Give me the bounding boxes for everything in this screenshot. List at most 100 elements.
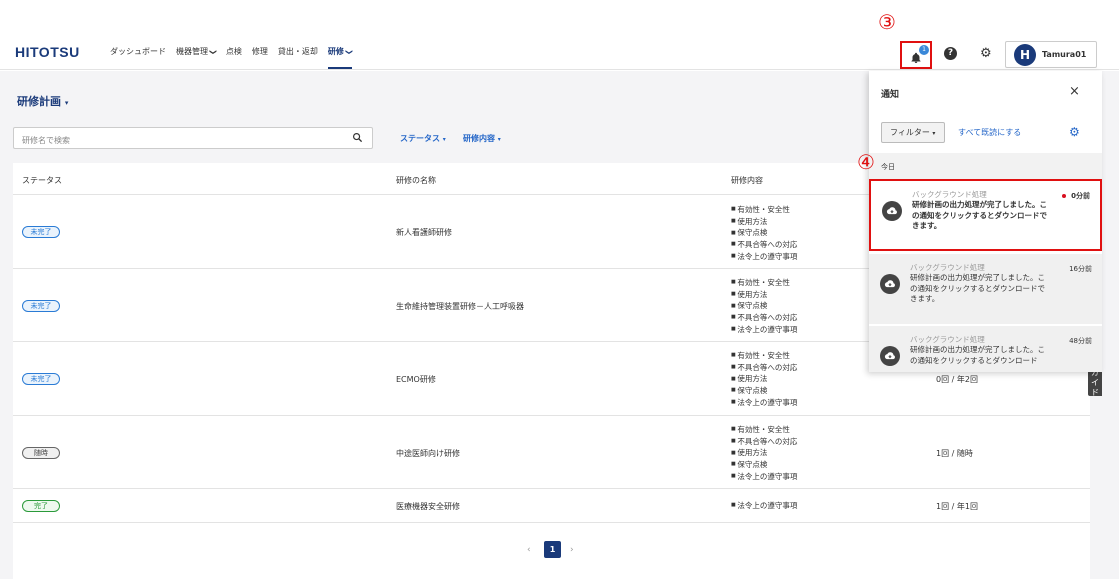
notification-button[interactable]: 1 <box>900 41 932 69</box>
caret-down-icon: ▾ <box>442 136 446 143</box>
training-name: 生命維持管理装置研修－人工呼吸器 <box>396 302 524 311</box>
user-name: Tamura01 <box>1042 50 1087 59</box>
notification-source: バックグラウンド処理 <box>910 335 985 344</box>
notification-panel-title: 通知 <box>881 90 900 100</box>
caret-down-icon: ▾ <box>64 99 69 107</box>
next-page-button[interactable]: › <box>570 545 574 555</box>
mark-all-read-link[interactable]: すべて既読にする <box>958 127 1021 138</box>
nav-dashboard-label: ダッシュボード <box>110 47 166 56</box>
close-icon[interactable]: × <box>1069 84 1080 99</box>
content-item: 不具合等への対応 <box>731 239 797 251</box>
notification-item[interactable]: バックグラウンド処理 研修計画の出力処理が完了しました。この通知をクリックすると… <box>869 254 1102 324</box>
avatar: H <box>1014 43 1036 66</box>
training-name: 医療機器安全研修 <box>396 502 460 511</box>
cloud-download-icon <box>882 201 902 221</box>
nav-inspection[interactable]: 点検 <box>226 46 242 69</box>
training-content-list: 有効性・安全性 使用方法 保守点検 不具合等への対応 法令上の遵守事項 <box>731 277 797 336</box>
header-content[interactable]: 研修内容 <box>731 175 763 186</box>
content-item: 使用方法 <box>731 373 797 385</box>
nav-lending-label: 貸出・返却 <box>277 47 318 56</box>
page-number-current[interactable]: 1 <box>544 541 561 558</box>
content-filter-dropdown[interactable]: 研修内容 ▾ <box>463 133 501 144</box>
table-row[interactable]: 随時 中途医師向け研修 有効性・安全性 不具合等への対応 使用方法 保守点検 法… <box>13 416 1090 489</box>
notification-item[interactable]: バックグラウンド処理 研修計画の出力処理が完了しました。この通知をクリックすると… <box>869 179 1102 251</box>
header-status[interactable]: ステータス <box>22 175 62 186</box>
app-logo[interactable]: HITOTSU <box>15 44 80 60</box>
nav-training[interactable]: 研修❯ <box>327 46 353 69</box>
status-badge: 未完了 <box>22 373 60 385</box>
notification-source: バックグラウンド処理 <box>912 190 987 199</box>
date-group-header: 今日 <box>869 153 1102 179</box>
training-name: ECMO研修 <box>396 375 436 384</box>
notification-message: 研修計画の出力処理が完了しました。この通知をクリックするとダウンロード <box>910 345 1045 365</box>
caret-down-icon: ▾ <box>932 130 936 137</box>
callout-number-4: ④ <box>857 150 875 174</box>
content-item: 不具合等への対応 <box>731 362 797 374</box>
app-root: HITOTSU ダッシュボード 機器管理❯ 点検 修理 貸出・返却 研修❯ ③ … <box>0 0 1119 579</box>
content-item: 有効性・安全性 <box>731 424 797 436</box>
main-nav: ダッシュボード 機器管理❯ 点検 修理 貸出・返却 研修❯ <box>110 46 353 69</box>
gear-icon[interactable]: ⚙ <box>980 46 992 61</box>
training-frequency: 1回 / 年1回 <box>936 502 978 511</box>
content-item: 有効性・安全性 <box>731 277 797 289</box>
top-navigation-bar: HITOTSU ダッシュボード 機器管理❯ 点検 修理 貸出・返却 研修❯ ③ … <box>0 0 1119 70</box>
unread-dot-icon <box>1062 194 1067 198</box>
content-item: 使用方法 <box>731 447 797 459</box>
nav-lending[interactable]: 貸出・返却 <box>278 46 318 69</box>
training-content-list: 法令上の遵守事項 <box>731 500 797 512</box>
training-content-list: 有効性・安全性 使用方法 保守点検 不具合等への対応 法令上の遵守事項 <box>731 204 797 263</box>
date-group-label: 今日 <box>881 163 895 171</box>
content-item: 法令上の遵守事項 <box>731 471 797 483</box>
user-menu-button[interactable]: H Tamura01 <box>1005 41 1097 68</box>
training-name: 中途医師向け研修 <box>396 449 460 458</box>
content-item: 法令上の遵守事項 <box>731 500 797 512</box>
cloud-download-icon <box>880 274 900 294</box>
training-frequency: 0回 / 年2回 <box>936 375 978 384</box>
page-title-dropdown[interactable]: 研修計画 ▾ <box>17 93 68 109</box>
help-icon[interactable]: ? <box>944 47 957 60</box>
notification-item[interactable]: バックグラウンド処理 研修計画の出力処理が完了しました。この通知をクリックすると… <box>869 326 1102 372</box>
notification-count-badge: 1 <box>919 45 929 55</box>
content-item: 法令上の遵守事項 <box>731 324 797 336</box>
content-item: 有効性・安全性 <box>731 350 797 362</box>
cloud-download-icon <box>880 346 900 366</box>
notification-filter-dropdown[interactable]: フィルター ▾ <box>881 122 945 143</box>
notification-time-label: 0分前 <box>1071 192 1090 200</box>
content-item: 保守点検 <box>731 300 797 312</box>
nav-repair[interactable]: 修理 <box>252 46 268 69</box>
prev-page-button[interactable]: ‹ <box>527 545 531 555</box>
pagination: ‹ 1 › <box>0 541 1119 561</box>
notification-panel: 通知 × フィルター ▾ すべて既読にする ⚙ 今日 バックグラウンド処理 研修… <box>869 71 1102 372</box>
status-badge: 完了 <box>22 500 60 512</box>
chevron-down-icon: ❯ <box>208 49 217 55</box>
status-filter-dropdown[interactable]: ステータス ▾ <box>400 133 446 144</box>
content-filter-label: 研修内容 <box>463 134 495 143</box>
nav-equipment[interactable]: 機器管理❯ <box>176 46 217 69</box>
caret-down-icon: ▾ <box>497 136 501 143</box>
header-name[interactable]: 研修の名称 <box>396 175 436 186</box>
status-badge: 未完了 <box>22 300 60 312</box>
notification-time: 0分前 <box>1062 191 1090 201</box>
content-item: 保守点検 <box>731 385 797 397</box>
nav-dashboard[interactable]: ダッシュボード <box>110 46 166 69</box>
content-item: 不具合等への対応 <box>731 436 797 448</box>
content-item: 法令上の遵守事項 <box>731 397 797 409</box>
content-item: 保守点検 <box>731 227 797 239</box>
table-row[interactable]: 完了 医療機器安全研修 法令上の遵守事項 1回 / 年1回 <box>13 489 1090 523</box>
chevron-down-icon: ❯ <box>344 49 353 55</box>
status-badge: 随時 <box>22 447 60 459</box>
training-content-list: 有効性・安全性 不具合等への対応 使用方法 保守点検 法令上の遵守事項 <box>731 350 797 409</box>
notification-message: 研修計画の出力処理が完了しました。この通知をクリックするとダウンロードできます。 <box>910 273 1045 303</box>
notification-message: 研修計画の出力処理が完了しました。この通知をクリックするとダウンロードできます。 <box>912 200 1047 230</box>
nav-equipment-label: 機器管理 <box>176 47 208 56</box>
content-item: 使用方法 <box>731 289 797 301</box>
content-item: 不具合等への対応 <box>731 312 797 324</box>
search-icon[interactable] <box>352 132 363 143</box>
notification-settings-gear-icon[interactable]: ⚙ <box>1069 125 1080 139</box>
notification-source: バックグラウンド処理 <box>910 263 985 272</box>
search-input[interactable] <box>22 130 342 151</box>
callout-number-3: ③ <box>878 10 896 34</box>
content-item: 有効性・安全性 <box>731 204 797 216</box>
training-name: 新人看護師研修 <box>396 228 452 237</box>
status-badge: 未完了 <box>22 226 60 238</box>
